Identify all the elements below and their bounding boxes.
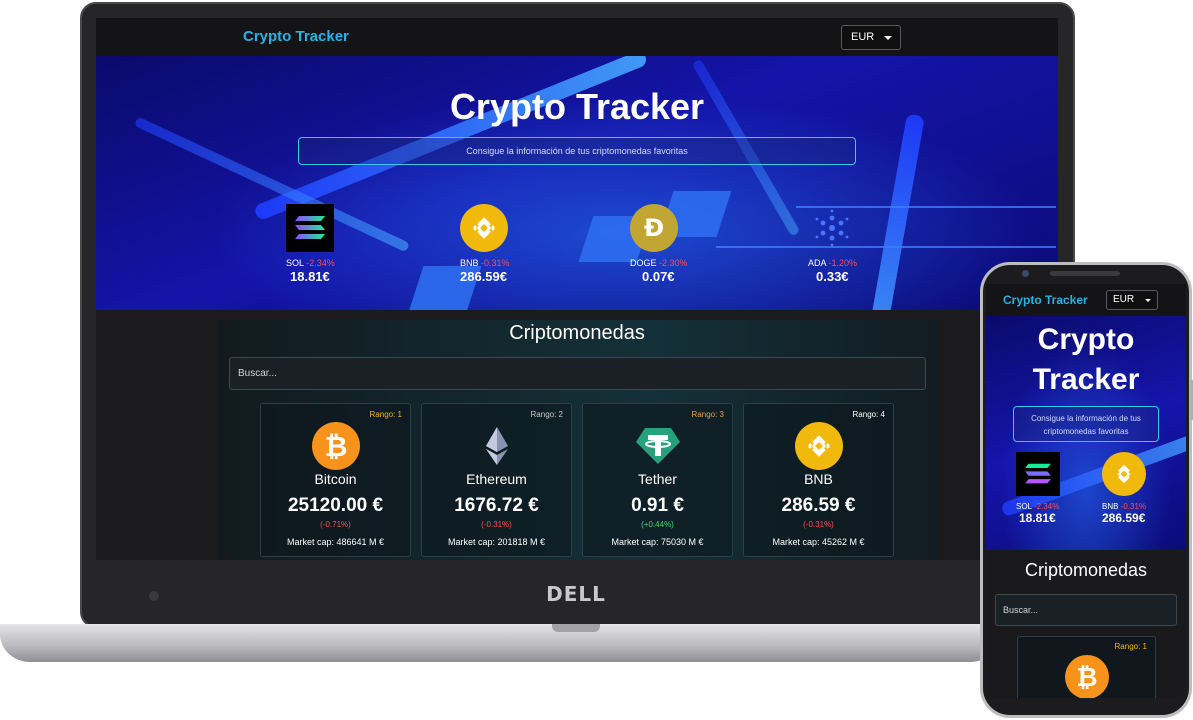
bnb-icon xyxy=(460,204,508,252)
trending-change: -1.20% xyxy=(828,258,858,268)
trending-price: 286.59€ xyxy=(460,269,507,284)
ethereum-icon xyxy=(473,422,521,470)
hero-title: Crypto Tracker xyxy=(449,86,705,127)
phone-camera xyxy=(1022,270,1029,277)
coin-name: BNB xyxy=(804,471,833,487)
trending-price: 0.33€ xyxy=(816,269,849,284)
trending-symbol: BNB xyxy=(460,258,479,268)
brand-link[interactable]: Crypto Tracker xyxy=(243,28,349,45)
coin-card-ethereum[interactable]: Rango: 2 Ethereum 1676.72 € (-0.31%) Mar… xyxy=(421,403,572,557)
trending-symbol: ADA xyxy=(808,258,827,268)
dogecoin-icon: Ð xyxy=(630,204,678,252)
bitcoin-icon: ₿ xyxy=(1065,655,1109,698)
phone-coin-card-bitcoin[interactable]: Rango: 1 ₿ xyxy=(1017,636,1156,698)
coin-card-tether[interactable]: Rango: 3 Tether 0.91 € (+0.44%) Market c… xyxy=(582,403,733,557)
chevron-down-icon xyxy=(884,36,892,40)
coin-change: (-0.31%) xyxy=(803,520,834,529)
trending-change: -2.34% xyxy=(1033,502,1060,511)
coin-change: (+0.44%) xyxy=(641,520,674,529)
phone-speaker xyxy=(1050,271,1120,276)
coin-rank: Rango: 1 xyxy=(369,410,402,419)
phone-currency-value: EUR xyxy=(1113,294,1135,305)
phone-hero-banner: Crypto Tracker Consigue la información d… xyxy=(986,316,1186,550)
phone-section-title: Criptomonedas xyxy=(1024,560,1148,580)
dell-logo: DELL xyxy=(546,582,606,606)
coin-card-bnb[interactable]: Rango: 4 BNB 286.59 € (-0.31%) Market ca… xyxy=(743,403,894,557)
coin-change: (-0.31%) xyxy=(481,520,512,529)
hero-banner: Crypto Tracker Consigue la información d… xyxy=(96,56,1058,310)
coin-market-cap: Market cap: 45262 M € xyxy=(772,537,865,547)
bitcoin-icon: ₿ xyxy=(312,422,360,470)
coin-market-cap: Market cap: 201818 M € xyxy=(447,537,546,547)
phone-hero-title-line: Tracker xyxy=(1032,363,1140,396)
trending-coin-doge[interactable]: Ð DOGE -2.30% 0.07€ xyxy=(630,204,710,284)
search-input[interactable]: Buscar... xyxy=(229,357,926,390)
trending-symbol: SOL xyxy=(1016,502,1032,511)
coin-name: Ethereum xyxy=(466,471,527,487)
coin-market-cap: Market cap: 75030 M € xyxy=(611,537,704,547)
trending-price: 286.59€ xyxy=(1102,511,1146,525)
coin-rank: Rango: 4 xyxy=(852,410,885,419)
phone-navbar: Crypto Tracker EUR xyxy=(986,284,1186,316)
phone-currency-select[interactable]: EUR xyxy=(1106,290,1158,310)
currency-select[interactable]: EUR xyxy=(841,25,901,50)
hero-subtitle: Consigue la información de tus criptomon… xyxy=(298,137,856,165)
laptop-base xyxy=(0,624,1000,662)
cardano-icon xyxy=(808,204,856,252)
trending-coin-ada[interactable]: ADA -1.20% 0.33€ xyxy=(808,204,888,284)
phone-trending-bnb[interactable]: BNB -0.31% 286.59€ xyxy=(1102,452,1182,525)
laptop-webcam xyxy=(149,591,159,601)
bnb-icon xyxy=(795,422,843,470)
currency-select-value: EUR xyxy=(851,31,875,43)
trending-change: -0.31% xyxy=(1120,502,1147,511)
phone-search-input[interactable]: Buscar... xyxy=(995,594,1177,626)
trending-price: 18.81€ xyxy=(290,269,330,284)
coin-market-cap: Market cap: 486641 M € xyxy=(286,537,385,547)
phone-hero-title: Crypto Tracker xyxy=(986,320,1186,400)
phone-screen: Crypto Tracker EUR Crypto Tracker Consig… xyxy=(986,284,1186,698)
coin-price: 286.59 € xyxy=(781,495,856,516)
coin-price: 0.91 € xyxy=(631,495,684,516)
trending-change: -2.30% xyxy=(659,258,688,268)
trending-symbol: BNB xyxy=(1102,502,1119,511)
coin-card-bitcoin[interactable]: Rango: 1 ₿ Bitcoin 25120.00 € (-0.71%) M… xyxy=(260,403,411,557)
laptop-screen: Crypto Tracker EUR Crypto Tracker Consig… xyxy=(96,18,1058,560)
laptop-base-notch xyxy=(552,624,600,632)
coin-rank: Rango: 3 xyxy=(691,410,724,419)
solana-icon xyxy=(286,204,334,252)
phone-hero-title-line: Crypto xyxy=(1037,323,1135,356)
coin-price: 1676.72 € xyxy=(454,495,539,516)
trending-symbol: DOGE xyxy=(630,258,657,268)
coin-change: (-0.71%) xyxy=(320,520,351,529)
trending-change: -2.34% xyxy=(306,258,335,268)
navbar: Crypto Tracker EUR xyxy=(96,18,1058,56)
solana-icon xyxy=(1016,452,1060,496)
phone-trending-sol[interactable]: SOL -2.34% 18.81€ xyxy=(1016,452,1096,525)
trending-change: -0.31% xyxy=(481,258,510,268)
coin-name: Bitcoin xyxy=(314,471,357,487)
section-title: Criptomonedas xyxy=(509,322,645,344)
chevron-down-icon xyxy=(1145,299,1151,302)
trending-symbol: SOL xyxy=(286,258,304,268)
tether-icon xyxy=(634,422,682,470)
phone-hero-subtitle: Consigue la información de tus criptomon… xyxy=(1013,406,1159,442)
coin-rank: Rango: 2 xyxy=(530,410,563,419)
coin-name: Tether xyxy=(638,471,677,487)
coin-rank: Rango: 1 xyxy=(1114,642,1147,651)
coin-price: 25120.00 € xyxy=(287,495,384,516)
trending-coin-bnb[interactable]: BNB -0.31% 286.59€ xyxy=(460,204,540,284)
trending-price: 0.07€ xyxy=(642,269,675,284)
trending-coin-sol[interactable]: SOL -2.34% 18.81€ xyxy=(286,204,366,284)
trending-price: 18.81€ xyxy=(1019,511,1056,525)
bnb-icon xyxy=(1102,452,1146,496)
phone-brand-link[interactable]: Crypto Tracker xyxy=(1003,293,1088,307)
